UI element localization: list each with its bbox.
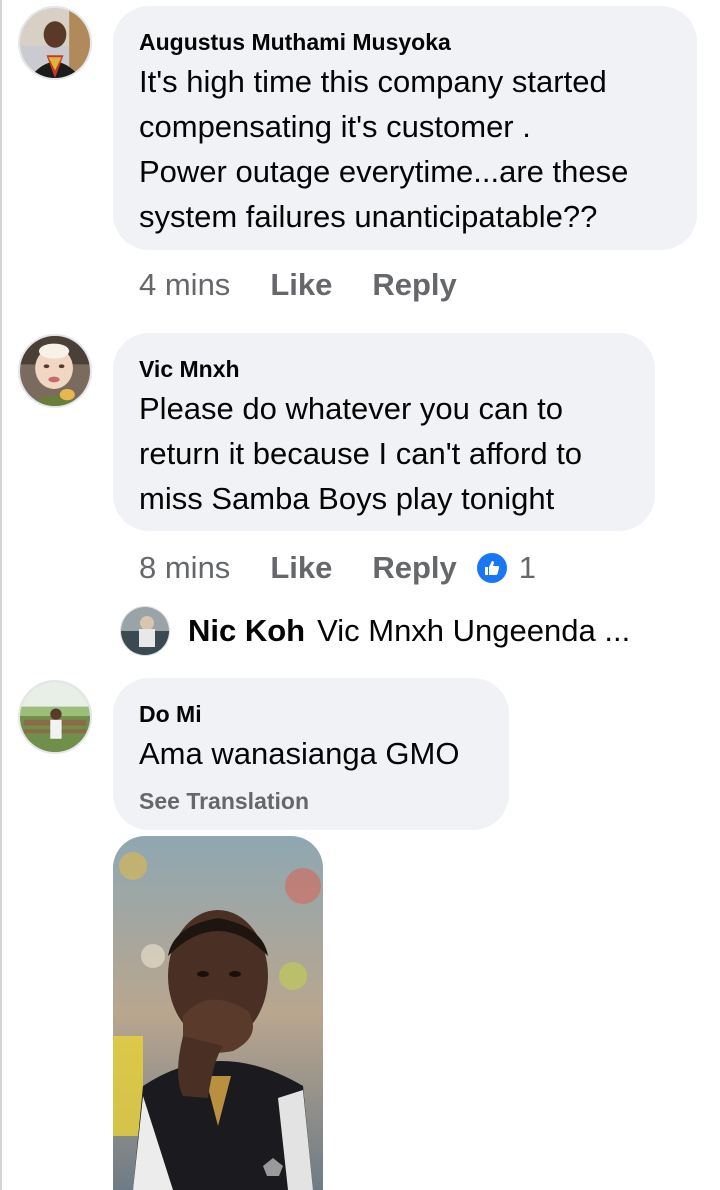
comment-text: It's high time this company started comp… bbox=[139, 59, 671, 239]
like-button[interactable]: Like bbox=[270, 267, 332, 303]
photo-image bbox=[113, 836, 323, 1190]
comment-text-line: return it because I can't afford to bbox=[139, 436, 583, 471]
comment-author[interactable]: Do Mi bbox=[139, 700, 483, 728]
see-translation-link[interactable]: See Translation bbox=[139, 788, 483, 815]
reply-button[interactable]: Reply bbox=[372, 267, 456, 303]
reply-preview[interactable]: Nic Koh Vic Mnxh Ungeenda ... bbox=[120, 606, 630, 656]
reply-author: Nic Koh bbox=[188, 613, 306, 648]
comment-text-line: Please do whatever you can to bbox=[139, 391, 563, 426]
avatar-do-mi[interactable] bbox=[18, 680, 92, 754]
avatar-augustus-image bbox=[20, 8, 90, 78]
comment-text-line: It's high time this company started bbox=[139, 64, 607, 99]
comment-attached-photo[interactable] bbox=[113, 836, 323, 1190]
comment-bubble-do-mi: Do Mi Ama wanasianga GMO See Translation bbox=[113, 678, 509, 830]
comment-timestamp[interactable]: 8 mins bbox=[139, 550, 230, 586]
reaction-summary[interactable]: 1 bbox=[476, 550, 537, 586]
reply-button[interactable]: Reply bbox=[372, 550, 456, 586]
comment-text-line: compensating it's customer . bbox=[139, 109, 531, 144]
avatar-do-mi-image bbox=[20, 682, 90, 752]
avatar-augustus[interactable] bbox=[18, 6, 92, 80]
comment-timestamp[interactable]: 4 mins bbox=[139, 267, 230, 303]
comment-text-line: Ama wanasianga GMO bbox=[139, 736, 460, 771]
comment-bubble-vic: Vic Mnxh Please do whatever you can to r… bbox=[113, 333, 655, 531]
comment-actions: 8 mins Like Reply 1 bbox=[139, 548, 536, 588]
comment-text-line: system failures unanticipatable?? bbox=[139, 199, 598, 234]
comment-text-line: Power outage everytime...are these bbox=[139, 154, 629, 189]
thumbs-up-icon bbox=[476, 553, 507, 583]
comment-text-line: miss Samba Boys play tonight bbox=[139, 481, 555, 516]
comment-actions: 4 mins Like Reply bbox=[139, 265, 497, 305]
left-edge-divider bbox=[0, 0, 2, 1190]
like-button[interactable]: Like bbox=[270, 550, 332, 586]
comment-author[interactable]: Augustus Muthami Musyoka bbox=[139, 28, 671, 56]
avatar-vic-image bbox=[20, 336, 90, 406]
avatar-vic[interactable] bbox=[18, 334, 92, 408]
reply-text: Vic Mnxh Ungeenda ... bbox=[317, 613, 631, 648]
comment-text: Please do whatever you can to return it … bbox=[139, 386, 629, 521]
reaction-count: 1 bbox=[518, 550, 537, 585]
comment-bubble-augustus: Augustus Muthami Musyoka It's high time … bbox=[113, 6, 697, 250]
comment-author[interactable]: Vic Mnxh bbox=[139, 355, 629, 383]
comment-text: Ama wanasianga GMO bbox=[139, 731, 483, 776]
avatar-nic-koh bbox=[120, 606, 170, 656]
